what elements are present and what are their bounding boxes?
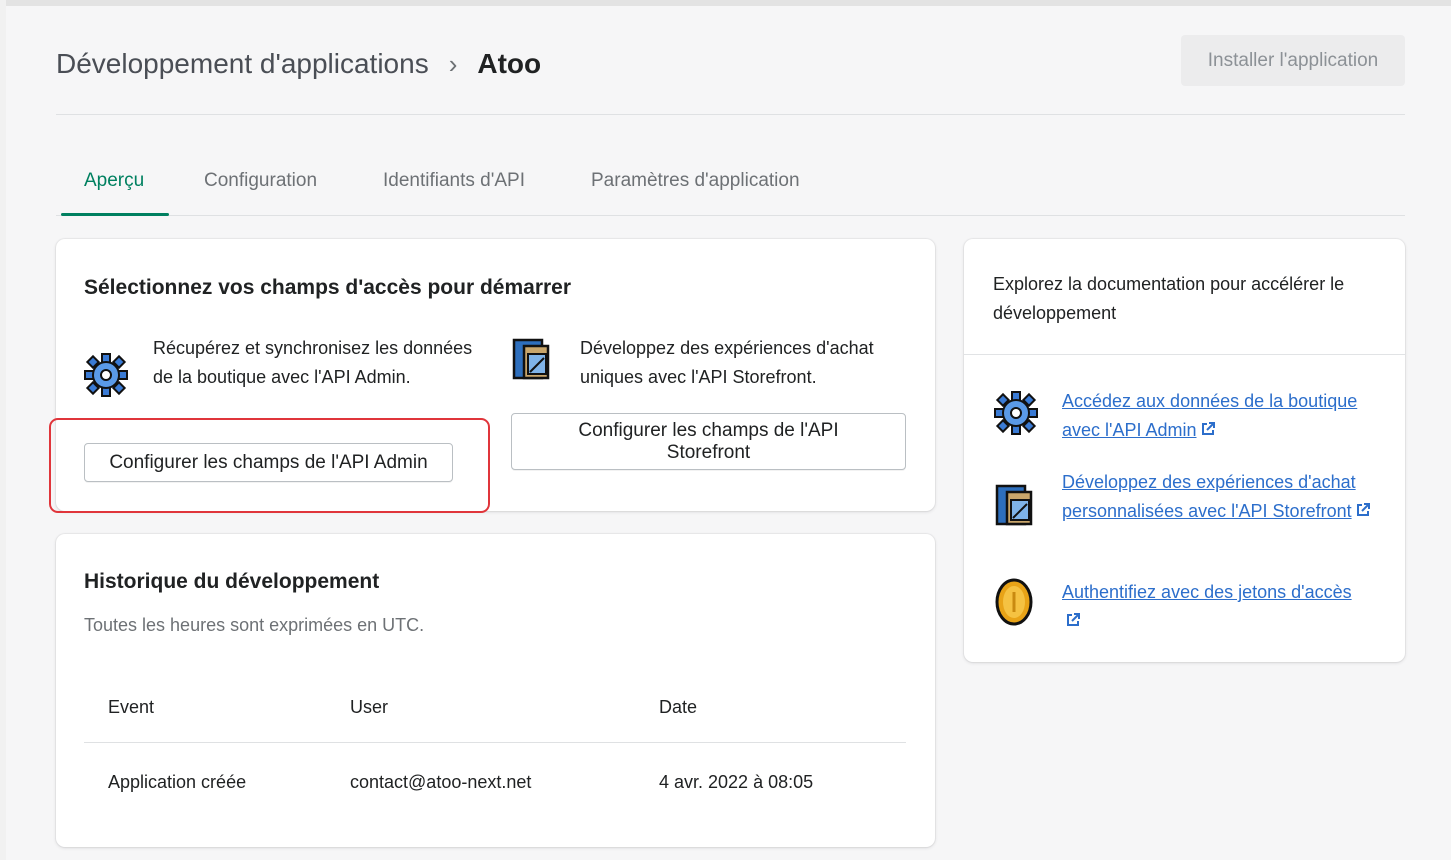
doc-link-storefront-api[interactable]: Développez des expériences d'achat perso… — [1062, 468, 1372, 526]
access-scopes-title: Sélectionnez vos champs d'accès pour dém… — [84, 276, 572, 299]
header-divider — [56, 114, 1405, 115]
storefront-icon — [512, 338, 550, 380]
external-link-icon — [1201, 416, 1215, 445]
history-title: Historique du développement — [84, 570, 380, 593]
row-user: contact@atoo-next.net — [350, 772, 532, 792]
tab-app-settings[interactable]: Paramètres d'application — [591, 170, 800, 192]
active-tab-indicator — [61, 213, 169, 216]
tab-apercu[interactable]: Aperçu — [84, 170, 144, 192]
doc-link-access-tokens-label: Authentifiez avec des jetons d'accès — [1062, 582, 1352, 602]
admin-api-description: Récupérez et synchronisez les données de… — [153, 338, 473, 387]
highlight-annotation — [49, 418, 490, 513]
tab-bar: Aperçu Configuration Identifiants d'API … — [56, 160, 1405, 216]
column-header-event: Event — [108, 697, 155, 717]
column-header-date: Date — [659, 697, 698, 717]
install-app-button[interactable]: Installer l'application — [1181, 35, 1405, 86]
row-event: Application créée — [108, 772, 247, 792]
breadcrumb-separator-icon: › — [448, 48, 458, 79]
table-divider — [84, 742, 906, 743]
configure-storefront-api-button[interactable]: Configurer les champs de l'API Storefron… — [511, 413, 906, 470]
tab-configuration[interactable]: Configuration — [204, 170, 317, 192]
page-header: Développement d'applications › Atoo Inst… — [56, 35, 1405, 88]
page-title: Atoo — [477, 48, 542, 79]
breadcrumb-parent-link[interactable]: Développement d'applications — [56, 48, 429, 80]
row-date: 4 avr. 2022 à 08:05 — [659, 772, 814, 792]
coin-icon — [995, 578, 1033, 626]
history-subtitle: Toutes les heures sont exprimées en UTC. — [84, 615, 425, 635]
doc-link-access-tokens[interactable]: Authentifiez avec des jetons d'accès — [1062, 578, 1362, 636]
gear-icon — [84, 353, 128, 397]
external-link-icon — [1066, 607, 1080, 636]
documentation-intro: Explorez la documentation pour accélérer… — [993, 274, 1345, 323]
column-header-user: User — [350, 697, 389, 717]
storefront-icon — [995, 484, 1033, 526]
storefront-api-description: Développez des expériences d'achat uniqu… — [580, 338, 874, 387]
documentation-divider — [964, 354, 1405, 355]
breadcrumb: Développement d'applications › Atoo — [56, 48, 541, 80]
external-link-icon — [1356, 497, 1370, 526]
doc-link-storefront-api-label: Développez des expériences d'achat perso… — [1062, 472, 1356, 521]
tab-api-credentials[interactable]: Identifiants d'API — [383, 170, 525, 192]
doc-link-admin-api[interactable]: Accédez aux données de la boutique avec … — [1062, 387, 1362, 445]
gear-icon — [994, 391, 1038, 435]
